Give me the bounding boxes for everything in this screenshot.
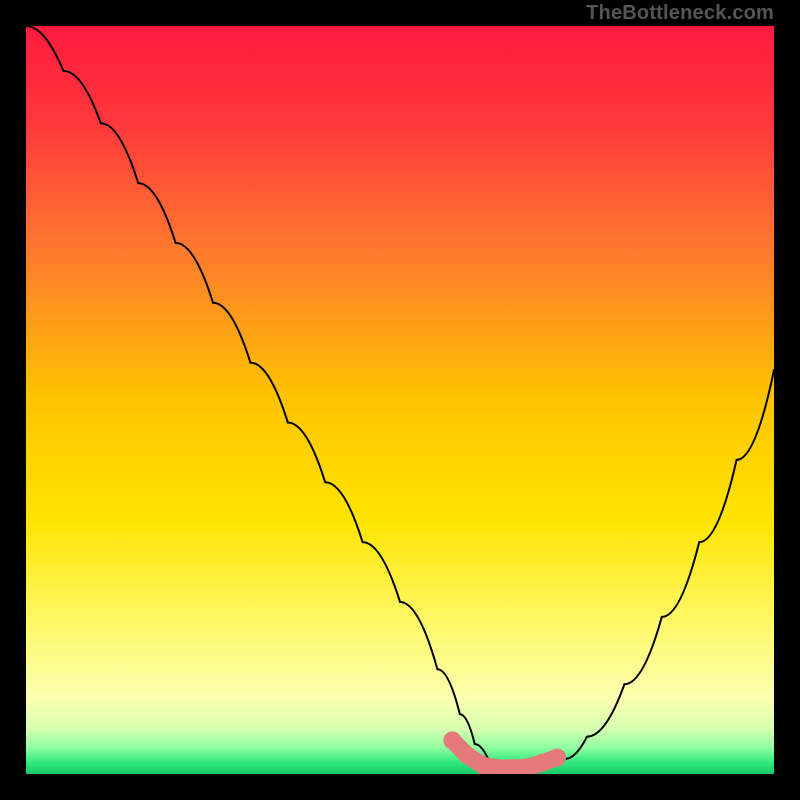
plot-area <box>26 26 774 774</box>
marker-dot <box>473 756 491 774</box>
bottleneck-curve <box>26 26 774 770</box>
marker-dot <box>548 749 566 767</box>
chart-frame: TheBottleneck.com <box>0 0 800 800</box>
attribution-text: TheBottleneck.com <box>586 2 774 25</box>
marker-dot <box>443 731 461 749</box>
marker-dot <box>458 746 476 764</box>
optimal-range-markers <box>443 731 566 774</box>
curve-layer <box>26 26 774 774</box>
